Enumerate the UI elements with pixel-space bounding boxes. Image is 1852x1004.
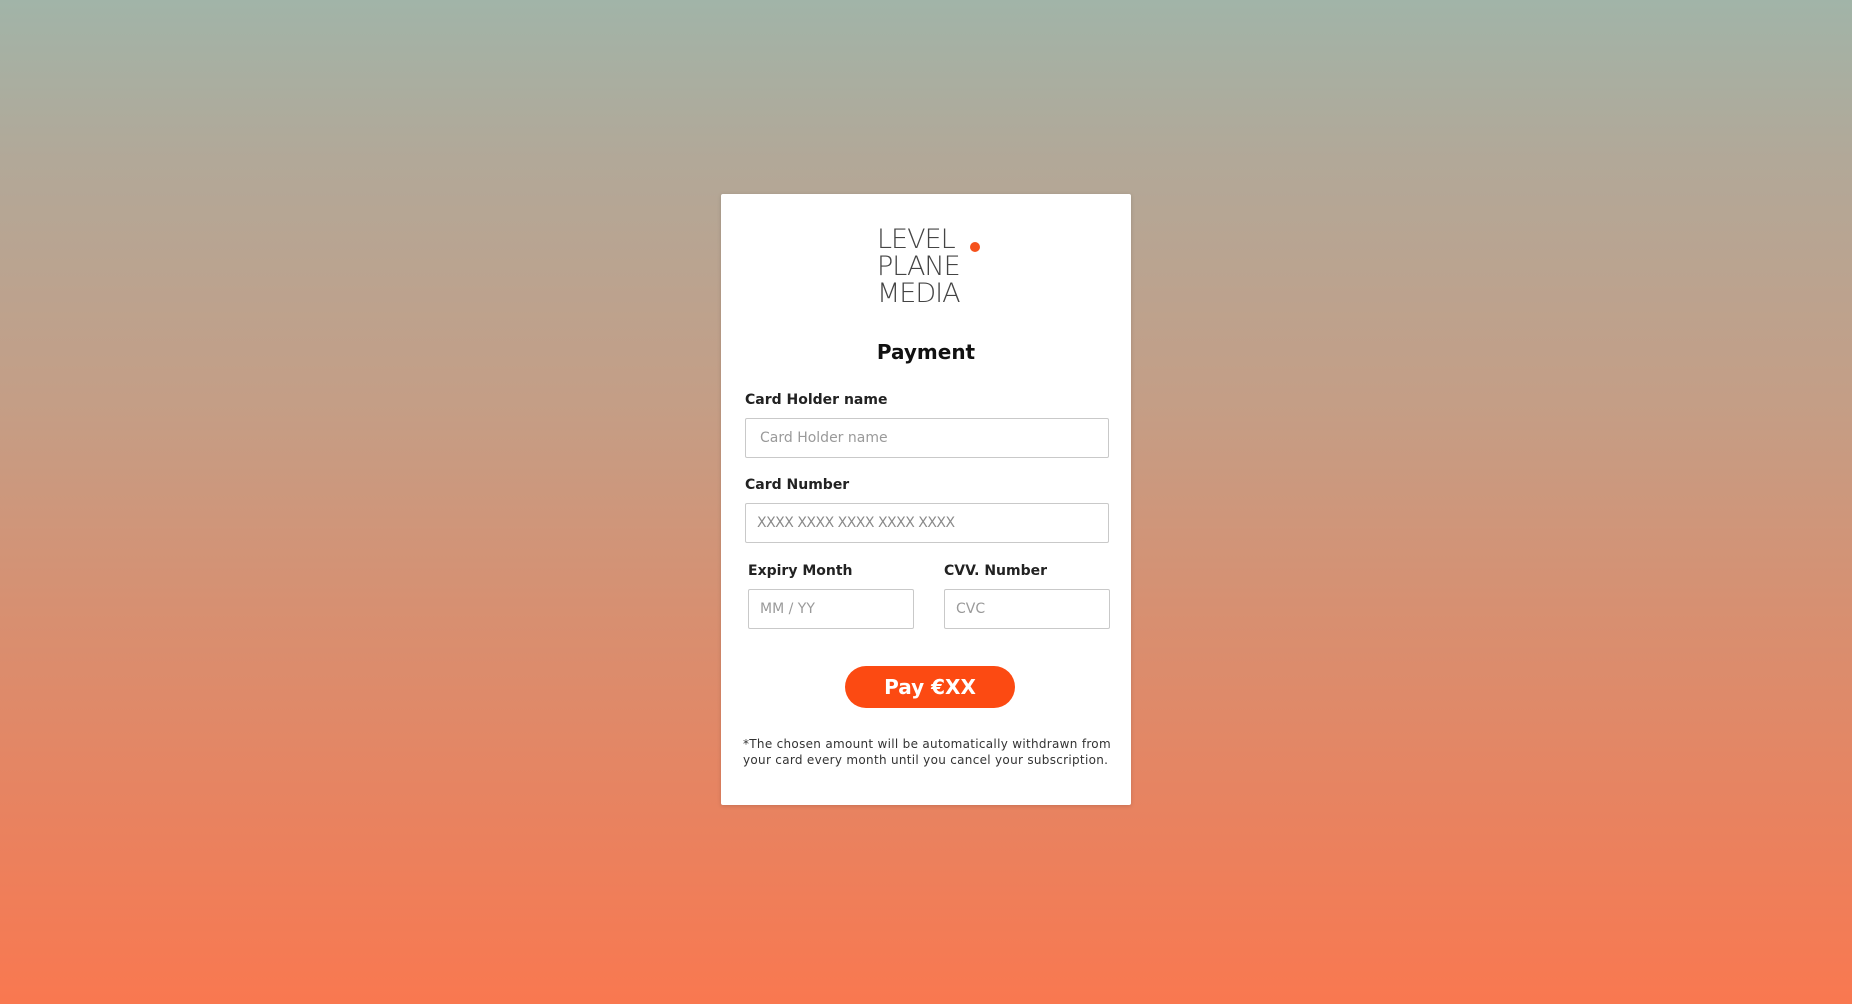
expiry-month-input[interactable]	[748, 589, 914, 629]
card-holder-label: Card Holder name	[745, 392, 888, 408]
logo-line-level: LEVEL	[877, 224, 956, 255]
subscription-note: *The chosen amount will be automatically…	[743, 737, 1111, 767]
page-title: Payment	[876, 340, 976, 364]
logo-line-plane: PLANE	[877, 251, 961, 282]
payment-card: LEVEL PLANE MEDIA Payment Card Holder na…	[721, 194, 1131, 805]
cvv-number-label: CVV. Number	[944, 563, 1048, 579]
card-holder-input[interactable]	[745, 418, 1109, 458]
pay-button[interactable]: Pay €XX	[845, 666, 1015, 708]
logo-dot-icon	[970, 242, 980, 252]
card-number-input[interactable]	[745, 503, 1109, 543]
cvv-input[interactable]	[944, 589, 1110, 629]
expiry-month-label: Expiry Month	[748, 563, 853, 579]
logo-line-media: MEDIA	[877, 278, 961, 309]
brand-logo: LEVEL PLANE MEDIA	[877, 224, 987, 309]
card-number-label: Card Number	[745, 477, 850, 493]
